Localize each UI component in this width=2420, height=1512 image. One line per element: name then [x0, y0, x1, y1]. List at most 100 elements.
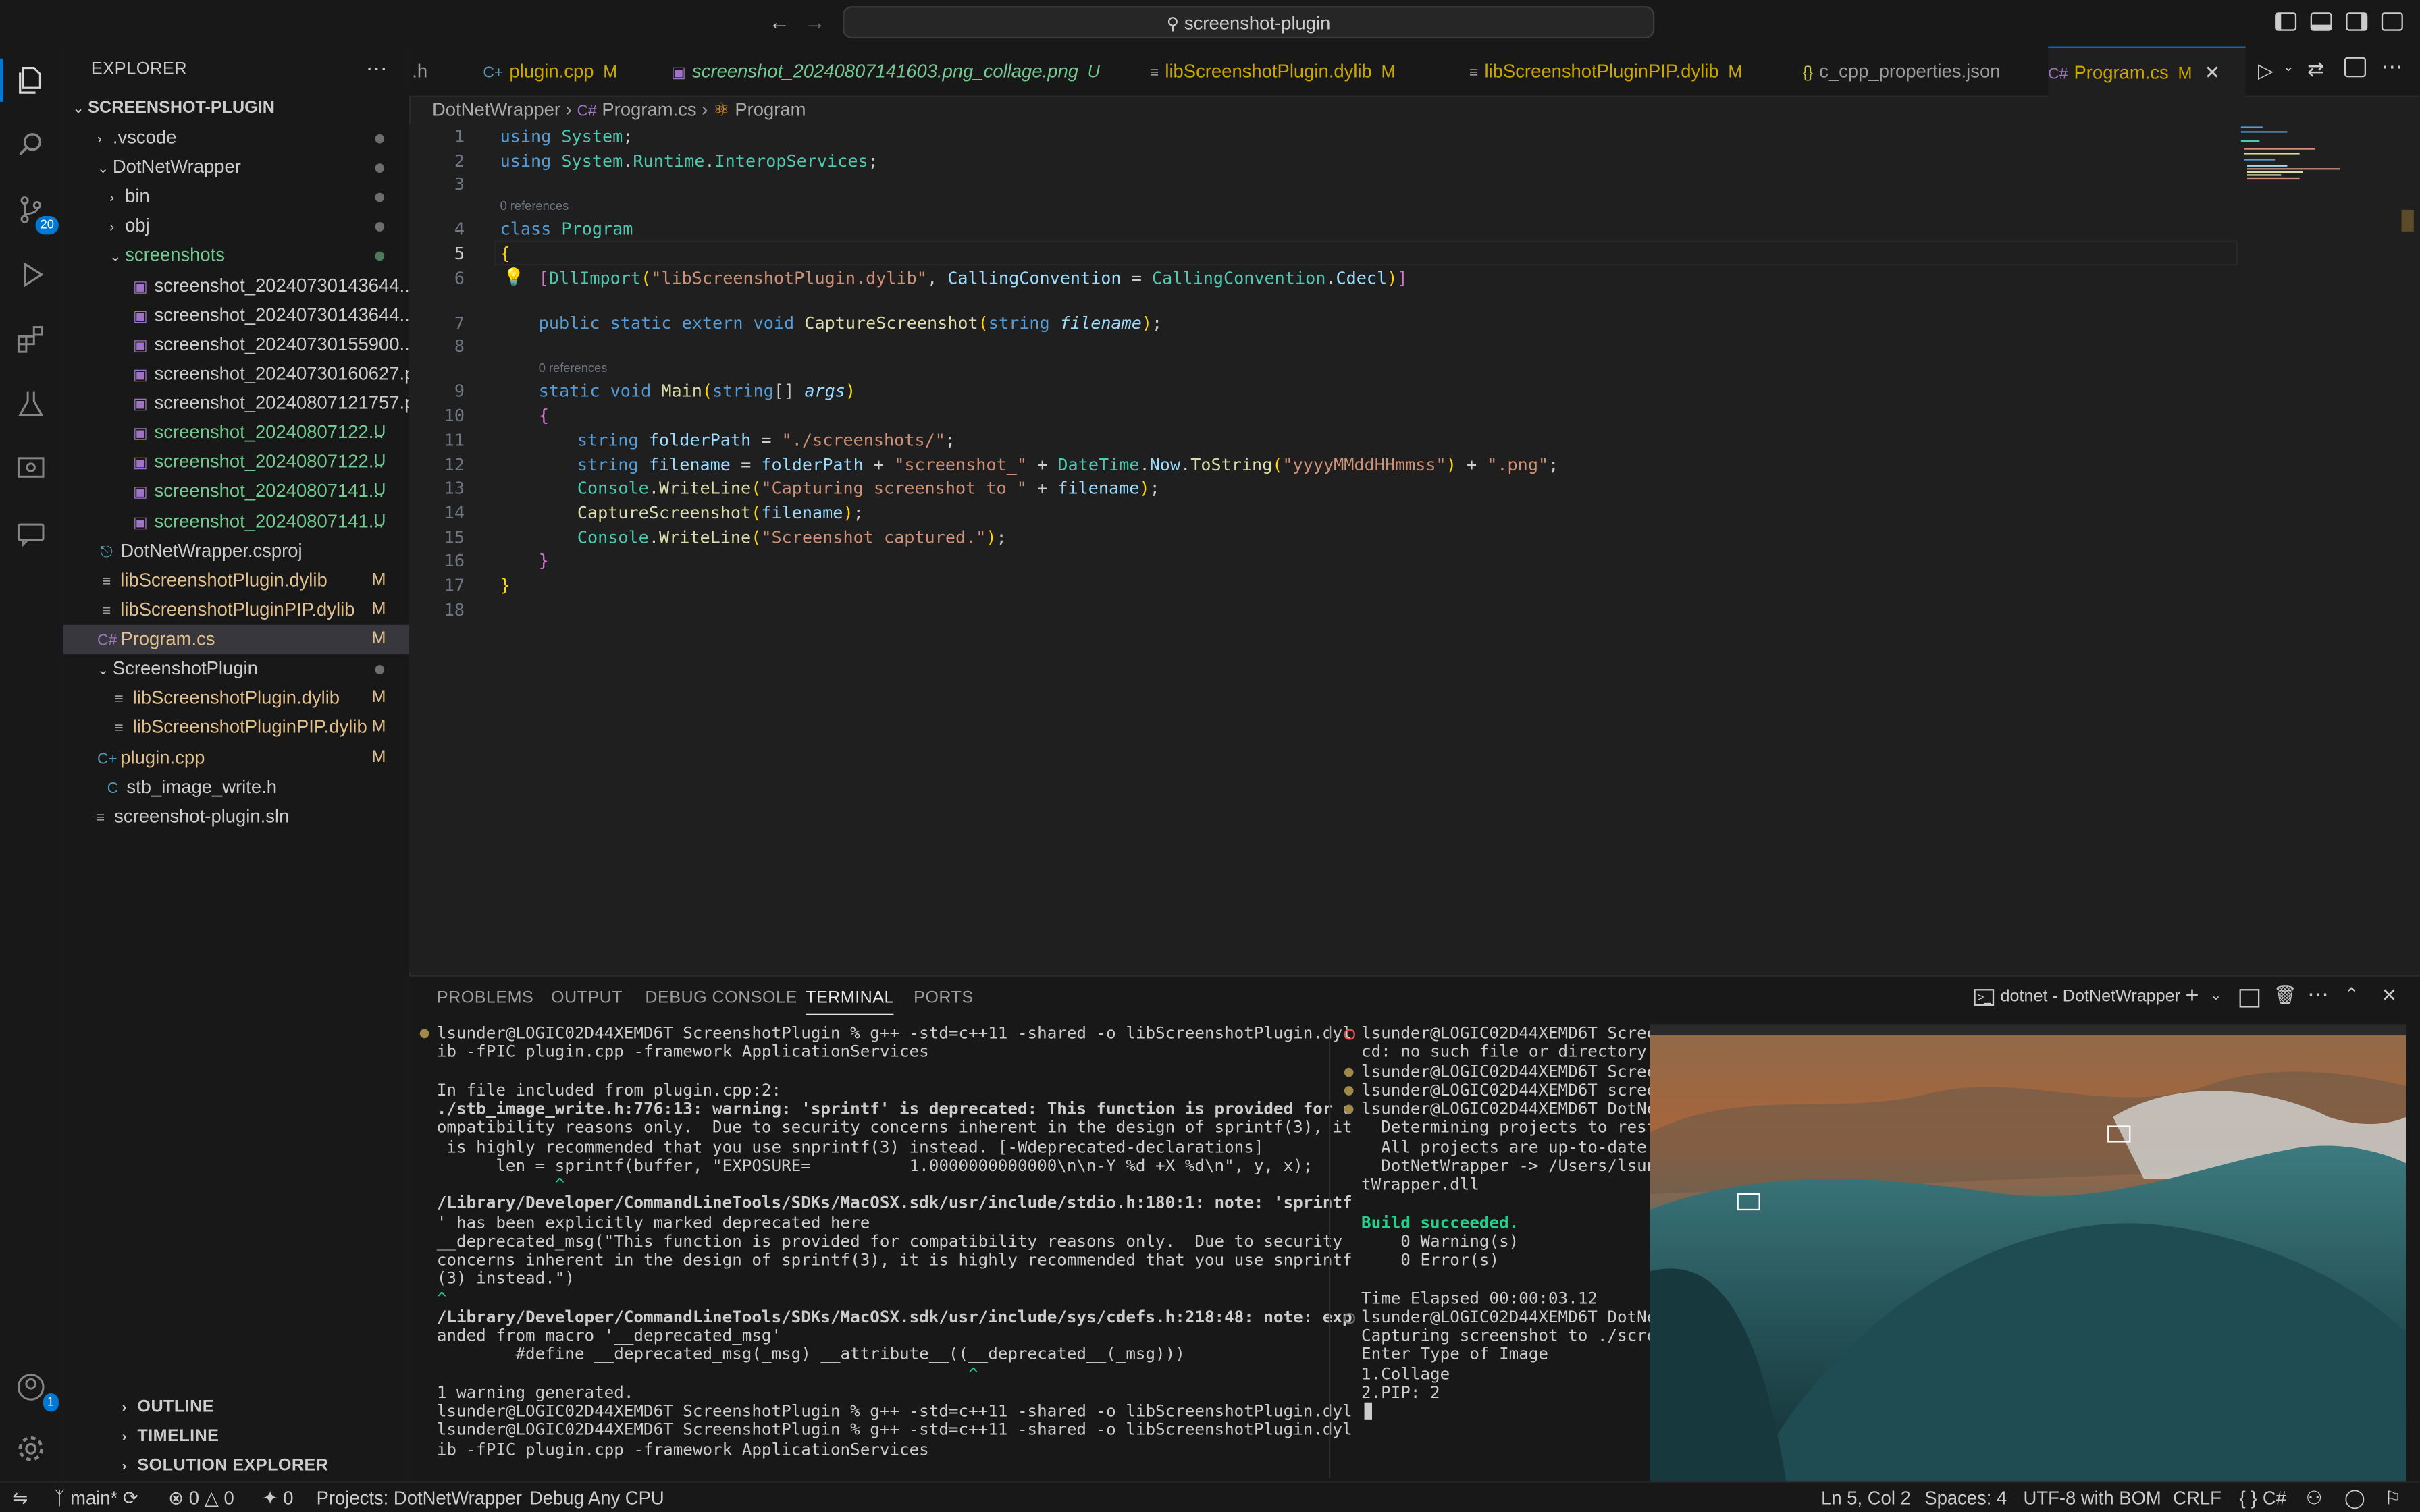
search-icon[interactable]	[12, 126, 49, 163]
tree-item-file-libscreenshotpluginpip[interactable]: ≡ libScreenshotPluginPIP.dylib M	[63, 713, 409, 742]
tree-item-file-stb-image-write[interactable]: Cstb_image_write.h	[63, 772, 409, 801]
copilot-icon[interactable]: ⚇	[2306, 1483, 2323, 1512]
ports-status[interactable]: ✦ 0	[263, 1483, 294, 1512]
tree-item-folder-screenshots[interactable]: ⌄ screenshots	[63, 242, 409, 271]
tab-h-file[interactable]: .h	[412, 47, 427, 96]
debug-config-status[interactable]: Debug Any CPU	[529, 1483, 664, 1512]
lightbulb-icon[interactable]: 💡	[503, 267, 524, 287]
compare-changes-icon[interactable]: ⇄	[2307, 57, 2324, 82]
terminal-dropdown-icon[interactable]: ⌄	[2210, 988, 2221, 1004]
bell-icon[interactable]: ⚐	[2384, 1483, 2401, 1512]
tree-item-file-libscreenshotplugin[interactable]: ≡ libScreenshotPlugin.dylib M	[63, 684, 409, 713]
tree-item-file-libscreenshotplugin[interactable]: ≡ libScreenshotPlugin.dylib M	[63, 566, 409, 595]
split-terminal-icon[interactable]	[2239, 989, 2260, 1008]
breadcrumb-folder[interactable]: DotNetWrapper	[432, 99, 560, 120]
split-editor-icon[interactable]	[2344, 57, 2366, 78]
tree-item-folder-vscode[interactable]: › .vscode	[63, 124, 409, 153]
tab-collage-png[interactable]: ▣ screenshot_20240807141603.png_collage.p…	[671, 47, 1100, 96]
terminal-selector[interactable]: >_ dotnet - DotNetWrapper	[1974, 988, 2180, 1006]
tree-item-file-plugin-cpp[interactable]: C+ plugin.cpp M	[63, 743, 409, 772]
scrollbar-thumb[interactable]	[2401, 209, 2414, 232]
tree-item-folder-bin[interactable]: › bin	[63, 182, 409, 211]
command-center-search[interactable]: ⚲ screenshot-plugin	[842, 6, 1655, 39]
tree-item-file-libscreenshotpluginpip[interactable]: ≡ libScreenshotPluginPIP.dylib M	[63, 595, 409, 624]
code-lens-references[interactable]: 0 references	[500, 199, 569, 213]
code-line: Console.WriteLine("Screenshot captured."…	[577, 527, 1007, 548]
toggle-panel-icon[interactable]	[2310, 12, 2332, 31]
explorer-icon[interactable]	[12, 61, 49, 99]
indentation-status[interactable]: Spaces: 4	[1924, 1483, 2007, 1512]
encoding-status[interactable]: UTF-8 with BOM	[2024, 1483, 2161, 1512]
tree-item-file-screenshot[interactable]: ▣ screenshot_20240730143644....	[63, 271, 420, 300]
forward-arrow-icon[interactable]: →	[804, 9, 826, 34]
tab-ports[interactable]: PORTS	[914, 989, 973, 1007]
account-badge: 1	[42, 1393, 59, 1412]
outline-section[interactable]: › OUTLINE	[122, 1398, 214, 1416]
git-status-badge: U	[373, 511, 386, 531]
chat-icon[interactable]	[12, 515, 49, 552]
extensions-icon[interactable]	[12, 321, 49, 358]
solution-explorer-section[interactable]: › SOLUTION EXPLORER	[122, 1457, 328, 1475]
tab-libscreenshotplugin[interactable]: ≡ libScreenshotPlugin.dylib M	[1150, 47, 1396, 96]
timeline-section[interactable]: › TIMELINE	[122, 1427, 219, 1445]
tree-item-folder-screenshotplugin[interactable]: ⌄ ScreenshotPlugin	[63, 654, 409, 683]
tree-item-file-screenshot[interactable]: ▣ screenshot_20240730155900....	[63, 330, 420, 359]
tab-libscreenshotpluginpip[interactable]: ≡ libScreenshotPluginPIP.dylib M	[1469, 47, 1742, 96]
tab-output[interactable]: OUTPUT	[551, 989, 623, 1007]
source-control-icon[interactable]: 20	[12, 191, 59, 235]
branch-status[interactable]: ᛉ main* ⟳	[54, 1483, 138, 1512]
tab-c-cpp-properties[interactable]: {} c_cpp_properties.json	[1803, 47, 2001, 96]
toggle-sidebar-icon[interactable]	[2275, 12, 2297, 31]
panel-more-icon[interactable]: ⋯	[2307, 981, 2329, 1008]
tree-item-folder-dotnetwrapper[interactable]: ⌄ DotNetWrapper	[63, 153, 409, 182]
kill-terminal-icon[interactable]: 🗑	[2273, 984, 2297, 1006]
run-dropdown-icon[interactable]: ⌄	[2283, 59, 2294, 76]
testing-icon[interactable]	[12, 385, 49, 423]
projects-status[interactable]: Projects: DotNetWrapper	[317, 1483, 522, 1512]
editor-more-icon[interactable]: ⋯	[2382, 54, 2403, 80]
tree-item-label: DotNetWrapper	[112, 156, 241, 178]
notifications-icon[interactable]: ◯	[2344, 1483, 2365, 1512]
close-panel-icon[interactable]: ✕	[2382, 984, 2397, 1006]
problems-status[interactable]: ⊗ 0 △ 0	[168, 1483, 234, 1512]
tree-item-file-screenshot[interactable]: ▣ screenshot_20240807122... U	[63, 418, 409, 448]
run-debug-icon[interactable]	[12, 256, 49, 293]
cursor-position[interactable]: Ln 5, Col 2	[1821, 1483, 1911, 1512]
tree-item-file-screenshot[interactable]: ▣ screenshot_20240807141... U	[63, 507, 409, 536]
breadcrumb-file[interactable]: Program.cs	[602, 99, 696, 120]
tree-item-file-csproj[interactable]: ⎋ DotNetWrapper.csproj	[63, 537, 409, 566]
settings-gear-icon[interactable]	[12, 1430, 49, 1467]
tree-item-file-screenshot[interactable]: ▣ screenshot_20240807122... U	[63, 448, 409, 477]
run-icon[interactable]: ▷	[2258, 59, 2273, 84]
tree-item-file-screenshot[interactable]: ▣ screenshot_20240730160627.p...	[63, 359, 430, 388]
terminal-line: lsunder@LOGIC02D44XEMD6T DotNet	[1361, 1100, 1666, 1119]
tree-item-file-screenshot[interactable]: ▣ screenshot_20240730143644....	[63, 300, 420, 329]
tree-item-file-solution[interactable]: ≡ screenshot-plugin.sln	[63, 802, 409, 831]
workspace-root[interactable]: ⌄ SCREENSHOT-PLUGIN	[72, 99, 274, 117]
tab-problems[interactable]: PROBLEMS	[437, 989, 533, 1007]
tree-item-file-screenshot[interactable]: ▣ screenshot_20240807121757.p...	[63, 389, 430, 418]
remote-indicator-icon[interactable]: ⇋	[12, 1483, 28, 1512]
back-arrow-icon[interactable]: ←	[768, 9, 790, 34]
more-actions-icon[interactable]: ⋯	[366, 55, 388, 82]
tab-debug-console[interactable]: DEBUG CONSOLE	[645, 989, 797, 1007]
tree-item-file-program-cs[interactable]: C# Program.cs M	[63, 624, 409, 655]
remote-explorer-icon[interactable]	[12, 450, 49, 487]
tab-terminal[interactable]: TERMINAL	[806, 989, 894, 1015]
breadcrumb-symbol[interactable]: Program	[735, 99, 806, 120]
close-tab-icon[interactable]: ✕	[2205, 61, 2220, 83]
new-terminal-icon[interactable]: +	[2186, 983, 2199, 1009]
minimap[interactable]	[2238, 124, 2392, 200]
tree-item-file-screenshot[interactable]: ▣ screenshot_20240807141... U	[63, 477, 409, 506]
tree-item-folder-obj[interactable]: › obj	[63, 212, 409, 241]
language-mode[interactable]: C#	[2263, 1483, 2286, 1512]
customize-layout-icon[interactable]	[2381, 12, 2403, 31]
code-lens-references[interactable]: 0 references	[539, 361, 608, 375]
tab-plugin-cpp[interactable]: C+ plugin.cpp M	[483, 47, 617, 96]
terminal-split-divider[interactable]	[1328, 1024, 1331, 1478]
toggle-secondary-sidebar-icon[interactable]	[2346, 12, 2368, 31]
account-icon[interactable]: 1	[12, 1368, 59, 1412]
maximize-panel-icon[interactable]: ⌃	[2344, 984, 2359, 1004]
tab-program-cs[interactable]: C# Program.cs M ✕	[2048, 46, 2246, 97]
eol-status[interactable]: CRLF	[2173, 1483, 2221, 1512]
